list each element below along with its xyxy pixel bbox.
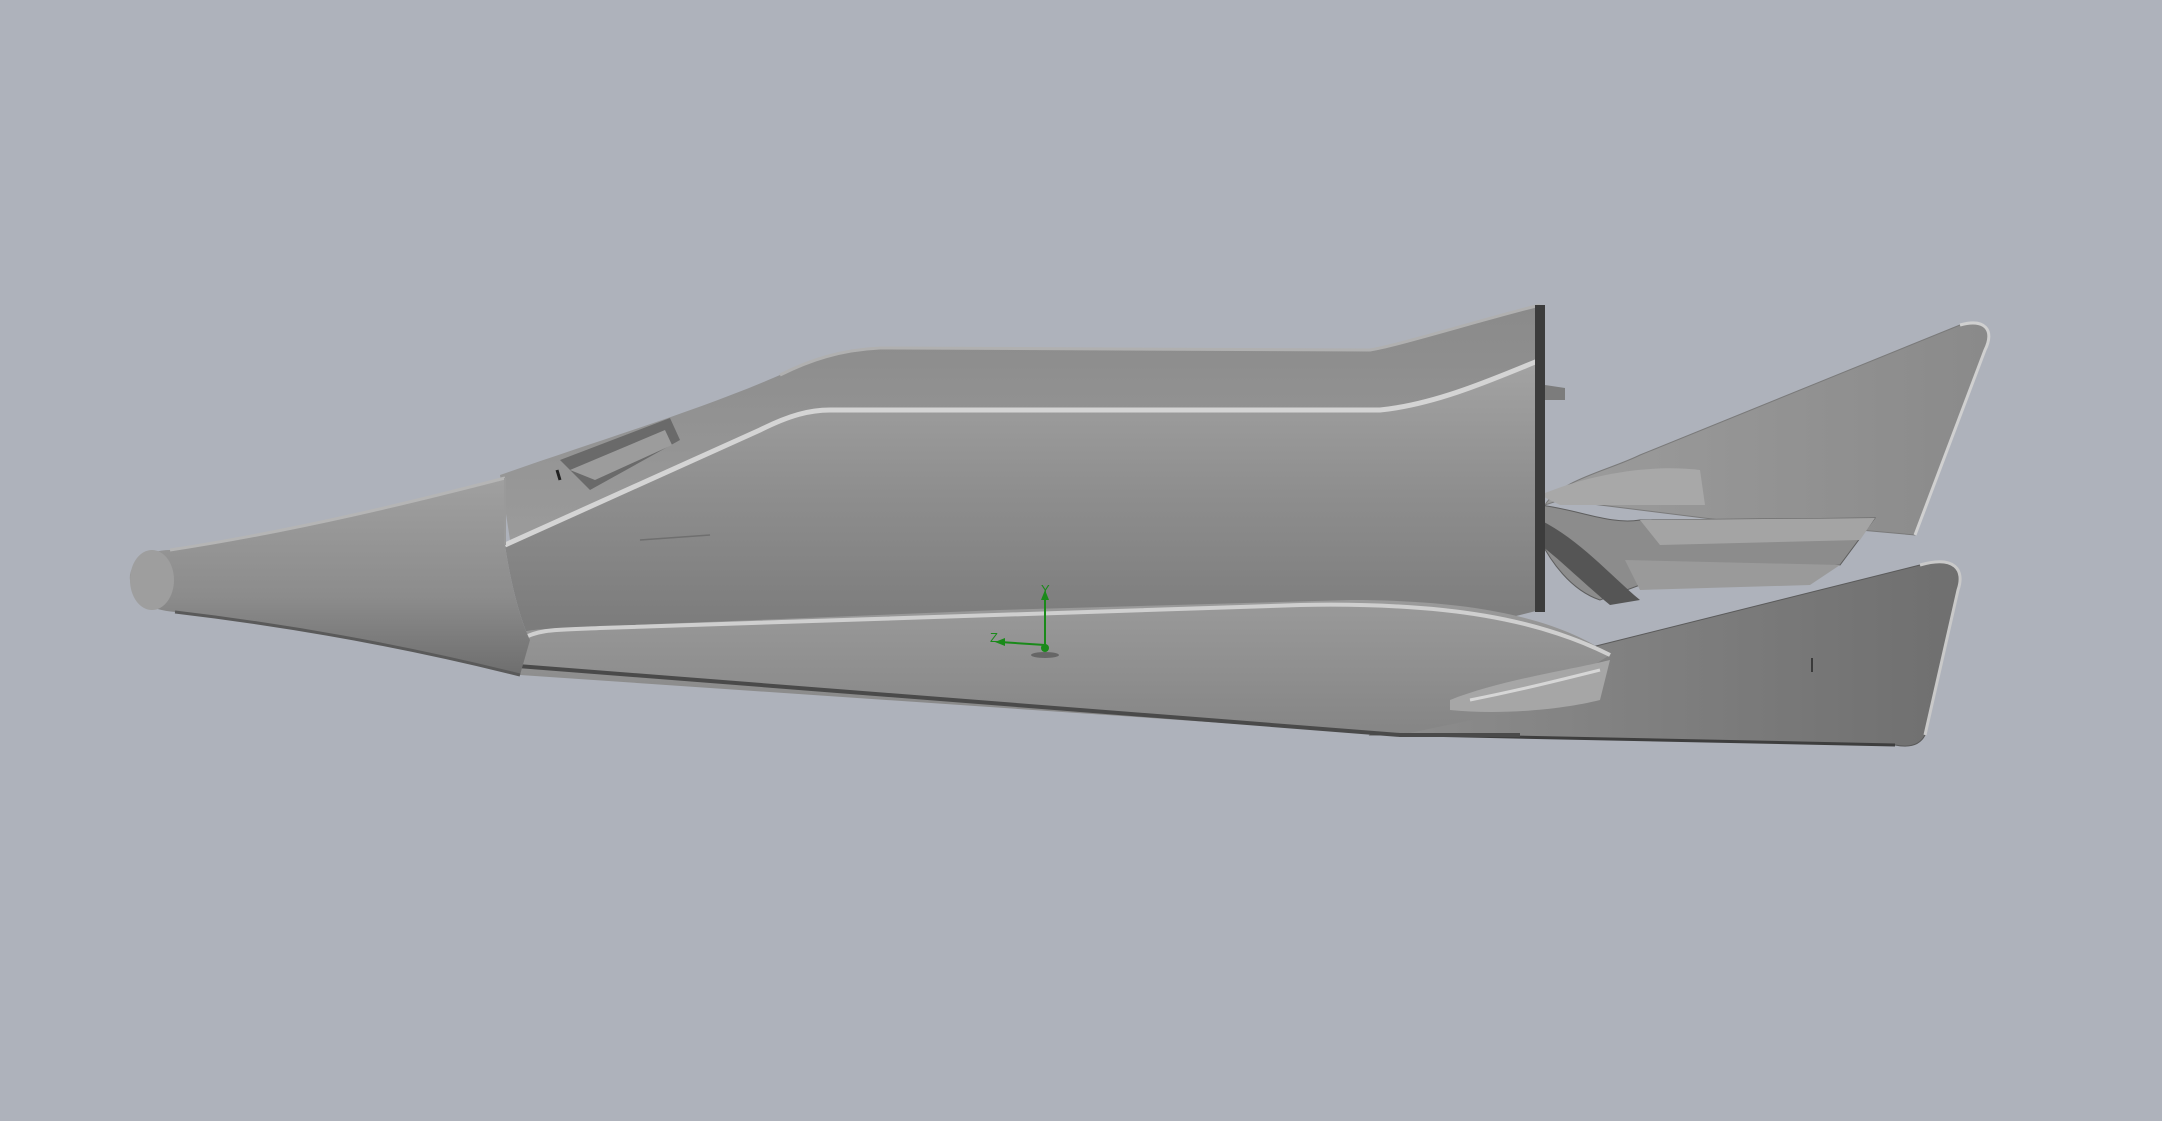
upper-rear-fin[interactable] [1540, 321, 1991, 536]
main-body[interactable] [500, 303, 1565, 640]
graphics-viewport[interactable]: Y Z [0, 0, 2162, 1121]
triad-y-label: Y [1041, 582, 1050, 597]
nose-cone[interactable] [129, 476, 531, 677]
triad-z-label: Z [990, 630, 998, 645]
cad-model-canvas[interactable]: Y Z [0, 0, 2162, 1121]
